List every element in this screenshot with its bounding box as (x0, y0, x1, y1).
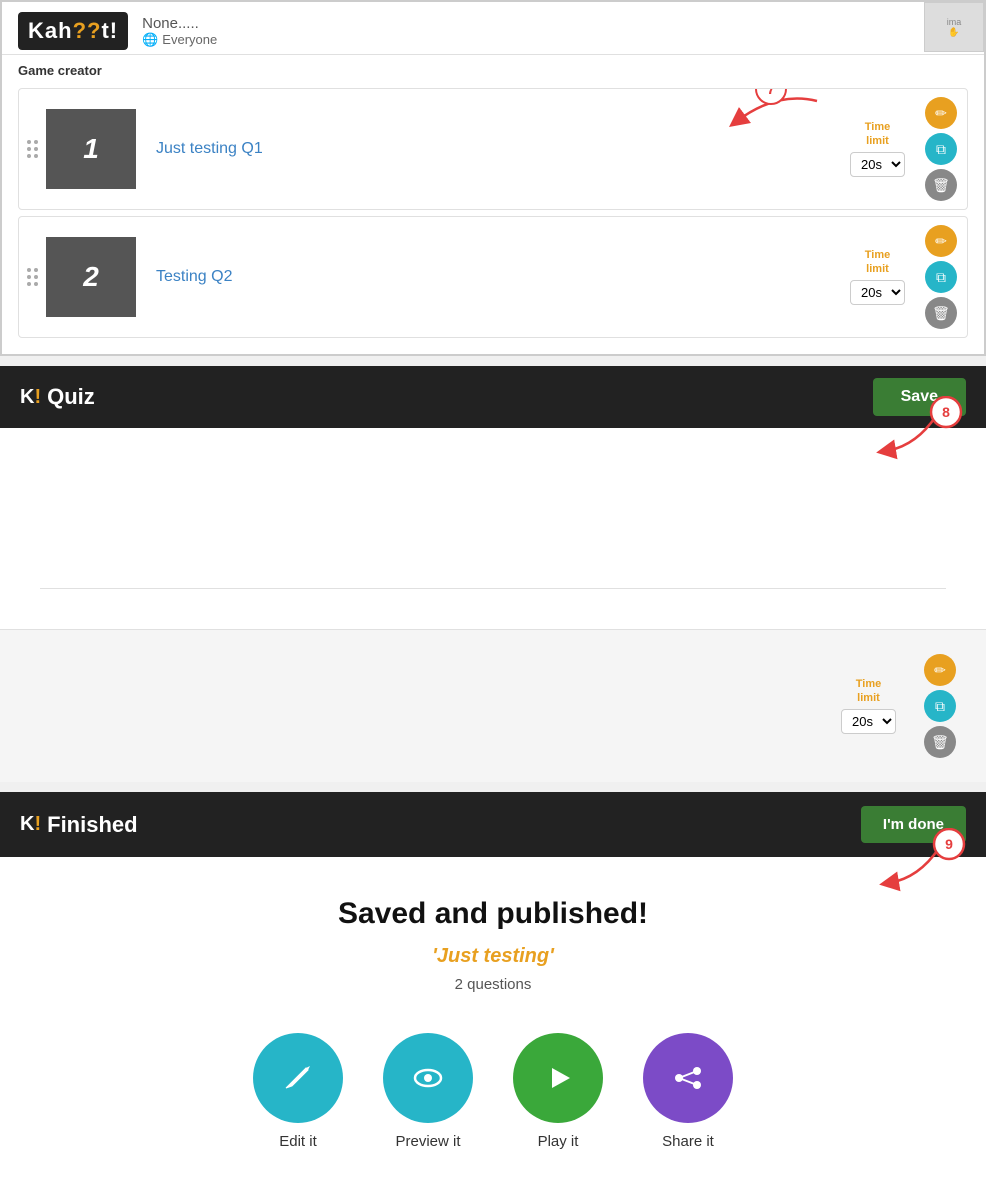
finished-body: Saved and published! 'Just testing' 2 qu… (0, 857, 986, 1200)
edit-button-1[interactable]: ✏ (925, 97, 957, 129)
question-title-1[interactable]: Just testing Q1 (136, 140, 850, 158)
time-limit-group-2: Timelimit 20s 30s 60s (850, 249, 905, 304)
edit-icon-circle (253, 1033, 343, 1123)
time-limit-label-1: Timelimit (865, 121, 890, 147)
svg-text:8: 8 (942, 404, 950, 420)
saved-published-text: Saved and published! (20, 897, 966, 931)
action-play-item[interactable]: Play it (513, 1033, 603, 1150)
k-logo: K! (20, 386, 41, 409)
quiz-delete-button[interactable]: 🗑 (924, 726, 956, 758)
finished-header: K! Finished I'm done 9 (0, 792, 986, 857)
drag-handle-2[interactable] (19, 252, 46, 302)
preview-icon-circle (383, 1033, 473, 1123)
time-select-2[interactable]: 20s 30s 60s (850, 280, 905, 305)
time-limit-group-1: Timelimit 20s 30s 60s (850, 121, 905, 176)
time-select-1[interactable]: 20s 30s 60s (850, 152, 905, 177)
edit-icon-label: Edit it (279, 1133, 317, 1150)
share-icon-circle (643, 1033, 733, 1123)
quiz-time-limit-group: Timelimit 20s 30s 60s (841, 678, 896, 733)
finished-k-logo: K! (20, 813, 41, 836)
header-meta: None..... 🌐 Everyone (142, 15, 217, 48)
delete-button-2[interactable]: 🗑 (925, 297, 957, 329)
play-icon-circle (513, 1033, 603, 1123)
quiz-time-limit-label: Timelimit (856, 678, 881, 704)
quiz-empty-area (40, 458, 946, 578)
copy-button-1[interactable]: ⧉ (925, 133, 957, 165)
quiz-header-title: K! Quiz (20, 384, 95, 410)
quiz-edit-button[interactable]: ✏ (924, 654, 956, 686)
quiz-content-area (0, 428, 986, 630)
copy-button-2[interactable]: ⧉ (925, 261, 957, 293)
kahoot-logo: Kah??t! (18, 12, 128, 50)
quiz-editor-section: K! Quiz Save 8 (0, 366, 986, 782)
quiz-copy-button[interactable]: ⧉ (924, 690, 956, 722)
action-preview-item[interactable]: Preview it (383, 1033, 473, 1150)
svg-text:9: 9 (945, 836, 953, 852)
globe-icon: 🌐 (142, 32, 158, 48)
play-icon-label: Play it (538, 1133, 579, 1150)
quiz-time-select[interactable]: 20s 30s 60s (841, 709, 896, 734)
preview-icon-label: Preview it (395, 1133, 460, 1150)
time-limit-label-2: Timelimit (865, 249, 890, 275)
everyone-text: 🌐 Everyone (142, 32, 217, 48)
quiz-header: K! Quiz Save 8 (0, 366, 986, 428)
delete-button-1[interactable]: 🗑 (925, 169, 957, 201)
game-creator-section: ima✋ Kah??t! None..... 🌐 Everyone Game c… (0, 0, 986, 356)
action-icons-row: Edit it Preview it Play (20, 1033, 966, 1150)
annotation-7: 7 (755, 88, 787, 105)
question-row-1: 7 1 Just testing Q1 Timelimit 20s 30s 60… (18, 88, 968, 210)
action-buttons-1: ✏ ⧉ 🗑 (915, 89, 967, 209)
question-count-text: 2 questions (20, 976, 966, 993)
action-buttons-2: ✏ ⧉ 🗑 (915, 217, 967, 337)
quiz-action-buttons: ✏ ⧉ 🗑 (914, 646, 966, 766)
share-icon-label: Share it (662, 1133, 714, 1150)
action-share-item[interactable]: Share it (643, 1033, 733, 1150)
finished-section: K! Finished I'm done 9 Saved (0, 792, 986, 1200)
game-creator-label: Game creator (2, 55, 984, 82)
question-number-2: 2 (46, 237, 136, 317)
drag-handle-1[interactable] (19, 124, 46, 174)
top-right-image: ima✋ (924, 2, 984, 52)
finished-title: K! Finished (20, 812, 138, 838)
none-text: None..... (142, 15, 217, 32)
edit-button-2[interactable]: ✏ (925, 225, 957, 257)
quiz-name-text: 'Just testing' (20, 945, 966, 968)
action-edit-item[interactable]: Edit it (253, 1033, 343, 1150)
header-row: Kah??t! None..... 🌐 Everyone (2, 2, 984, 55)
question-title-2[interactable]: Testing Q2 (136, 268, 850, 286)
question-number-1: 1 (46, 109, 136, 189)
quiz-footer-row: Timelimit 20s 30s 60s ✏ ⧉ 🗑 (0, 630, 986, 782)
question-row-2: 2 Testing Q2 Timelimit 20s 30s 60s ✏ ⧉ 🗑 (18, 216, 968, 338)
